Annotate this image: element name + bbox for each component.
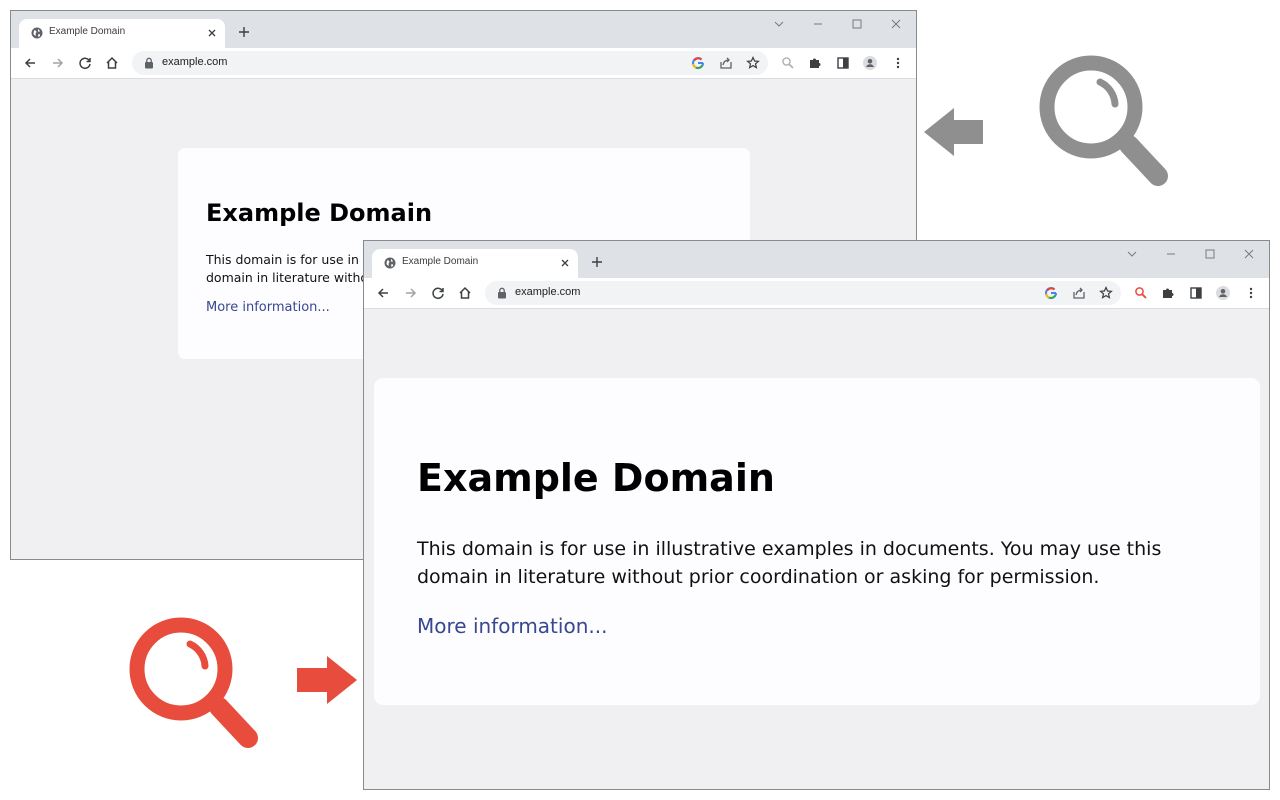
- new-tab-icon[interactable]: [237, 25, 251, 39]
- extensions-puzzle-icon[interactable]: [1161, 286, 1175, 300]
- google-icon[interactable]: [691, 56, 705, 70]
- window-close-icon[interactable]: [1243, 248, 1255, 260]
- forward-arrow-icon[interactable]: [404, 286, 418, 300]
- arrow-left-icon: [924, 108, 984, 156]
- page-viewport: Example Domain This domain is for use in…: [364, 309, 1269, 790]
- browser-toolbar: example.com: [11, 48, 916, 79]
- minimize-icon[interactable]: [1165, 248, 1177, 260]
- magnifier-icon: [126, 614, 262, 754]
- globe-icon: [384, 257, 396, 269]
- address-bar[interactable]: example.com: [132, 51, 768, 75]
- chevron-down-icon[interactable]: [773, 18, 785, 30]
- extensions-puzzle-icon[interactable]: [808, 56, 822, 70]
- lock-icon[interactable]: [144, 57, 154, 69]
- reload-icon[interactable]: [431, 286, 445, 300]
- arrow-right-icon: [297, 656, 357, 704]
- globe-icon: [31, 27, 43, 39]
- zoom-icon[interactable]: [781, 56, 795, 70]
- share-icon[interactable]: [719, 56, 733, 70]
- tab-title: Example Domain: [402, 256, 478, 267]
- side-panel-icon[interactable]: [1189, 286, 1203, 300]
- browser-toolbar: example.com: [364, 278, 1269, 309]
- magnifier-icon: [1036, 52, 1172, 192]
- new-tab-icon[interactable]: [590, 255, 604, 269]
- tab-strip: Example Domain: [364, 241, 1269, 278]
- maximize-icon[interactable]: [1204, 248, 1216, 260]
- forward-arrow-icon[interactable]: [51, 56, 65, 70]
- zoom-icon[interactable]: [1134, 286, 1148, 300]
- lock-icon[interactable]: [497, 287, 507, 299]
- window-close-icon[interactable]: [890, 18, 902, 30]
- tab-strip: Example Domain: [11, 11, 916, 48]
- url-text: example.com: [515, 286, 580, 298]
- close-icon[interactable]: [559, 257, 571, 269]
- page-paragraph: This domain is for use in illustrative e…: [417, 535, 1217, 591]
- maximize-icon[interactable]: [851, 18, 863, 30]
- url-text: example.com: [162, 56, 227, 68]
- star-icon[interactable]: [746, 56, 760, 70]
- more-information-link[interactable]: More information...: [206, 300, 330, 315]
- back-arrow-icon[interactable]: [376, 286, 390, 300]
- close-icon[interactable]: [206, 27, 218, 39]
- browser-window-zoomed: Example Domain example.com Example Domai…: [363, 240, 1270, 790]
- page-heading: Example Domain: [206, 199, 432, 227]
- address-bar[interactable]: example.com: [485, 281, 1121, 305]
- more-menu-icon[interactable]: [1244, 286, 1258, 300]
- more-menu-icon[interactable]: [891, 56, 905, 70]
- content-card: Example Domain This domain is for use in…: [374, 378, 1260, 705]
- share-icon[interactable]: [1072, 286, 1086, 300]
- google-icon[interactable]: [1044, 286, 1058, 300]
- browser-tab[interactable]: Example Domain: [372, 249, 578, 278]
- back-arrow-icon[interactable]: [23, 56, 37, 70]
- star-icon[interactable]: [1099, 286, 1113, 300]
- home-icon[interactable]: [105, 56, 119, 70]
- minimize-icon[interactable]: [812, 18, 824, 30]
- tab-title: Example Domain: [49, 26, 125, 37]
- profile-avatar-icon[interactable]: [863, 56, 877, 70]
- reload-icon[interactable]: [78, 56, 92, 70]
- page-heading: Example Domain: [417, 456, 775, 500]
- browser-tab[interactable]: Example Domain: [19, 19, 225, 48]
- more-information-link[interactable]: More information...: [417, 614, 607, 638]
- home-icon[interactable]: [458, 286, 472, 300]
- chevron-down-icon[interactable]: [1126, 248, 1138, 260]
- profile-avatar-icon[interactable]: [1216, 286, 1230, 300]
- side-panel-icon[interactable]: [836, 56, 850, 70]
